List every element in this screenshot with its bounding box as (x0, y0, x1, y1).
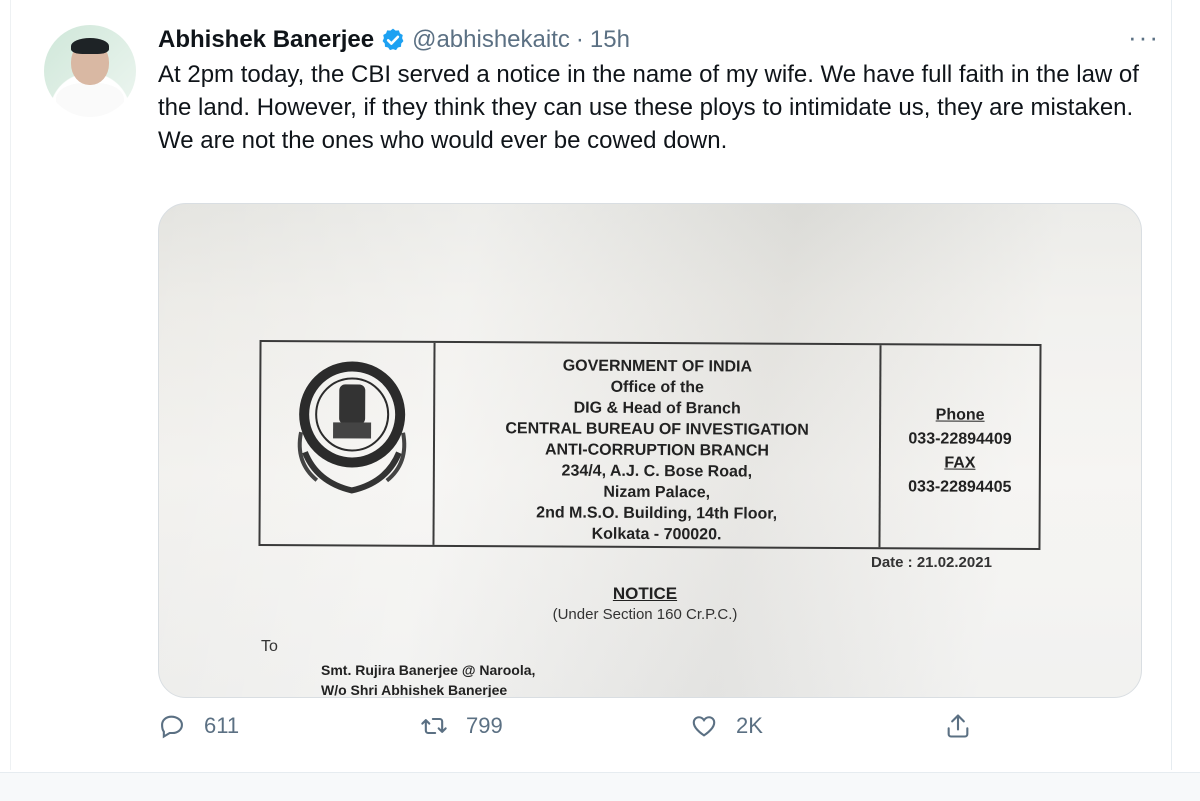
next-tweet-separator (0, 772, 1200, 801)
lh-line: CENTRAL BUREAU OF INVESTIGATION (505, 420, 809, 439)
reply-count: 611 (204, 713, 240, 738)
contact-details: Phone 033-22894409 FAX 033-22894405 (881, 403, 1040, 500)
phone-label: Phone (935, 406, 985, 424)
verified-badge-icon (380, 27, 406, 53)
retweet-count: 799 (466, 713, 503, 738)
fax-label: FAX (944, 454, 976, 472)
reply-button[interactable]: 611 (158, 712, 239, 740)
reply-icon (161, 715, 183, 739)
author-avatar[interactable] (44, 25, 136, 117)
lh-line: Nizam Palace, (603, 483, 711, 502)
lh-line: 2nd M.S.O. Building, 14th Floor, (536, 504, 778, 523)
emblem-cell (260, 341, 436, 545)
avatar-hair (71, 38, 109, 54)
share-button[interactable] (944, 712, 990, 740)
lh-line: DIG & Head of Branch (573, 399, 741, 418)
addressee-line: W/o Shri Abhishek Banerjee (321, 682, 508, 698)
fax-number: 033-22894405 (908, 478, 1012, 496)
addressee-to: To (261, 638, 278, 655)
lh-line: Kolkata - 700020. (591, 525, 722, 544)
avatar-shirt (56, 83, 124, 117)
cbi-letterhead: GOVERNMENT OF INDIA Office of the DIG & … (258, 339, 1042, 551)
notice-date: Date : 21.02.2021 (871, 554, 992, 571)
retweet-button[interactable]: 799 (420, 712, 503, 740)
lh-line: Office of the (610, 378, 705, 397)
tweet-text: At 2pm today, the CBI served a notice in… (158, 61, 1139, 154)
cbi-emblem-icon (297, 361, 407, 494)
phone-number: 033-22894409 (908, 430, 1012, 448)
lh-line: 234/4, A.J. C. Bose Road, (561, 462, 753, 481)
author-name[interactable]: Abhishek Banerjee (158, 26, 374, 54)
more-icon[interactable]: ··· (1128, 22, 1160, 53)
letterhead-text: GOVERNMENT OF INDIA Office of the DIG & … (432, 355, 881, 546)
notice-title: NOTICE (612, 584, 678, 603)
tweet-actions: 611 799 2K (158, 712, 988, 752)
addressee-line: Smt. Rujira Banerjee @ Naroola, (321, 662, 536, 678)
share-icon (947, 714, 969, 738)
tweet-header: Abhishek Banerjee @abhishekaitc · 15h (158, 20, 630, 60)
like-icon (692, 716, 716, 737)
retweet-icon (421, 717, 447, 735)
lh-line: ANTI-CORRUPTION BRANCH (544, 441, 769, 460)
like-button[interactable]: 2K (690, 712, 763, 740)
author-handle[interactable]: @abhishekaitc (412, 26, 570, 54)
lh-line: GOVERNMENT OF INDIA (562, 357, 753, 376)
separator-dot: · (575, 26, 584, 53)
notice-subtitle: (Under Section 160 Cr.P.C.) (552, 606, 738, 623)
tweet-media-image[interactable]: GOVERNMENT OF INDIA Office of the DIG & … (158, 203, 1142, 698)
tweet-timestamp[interactable]: 15h (590, 26, 630, 54)
like-count: 2K (736, 713, 763, 738)
